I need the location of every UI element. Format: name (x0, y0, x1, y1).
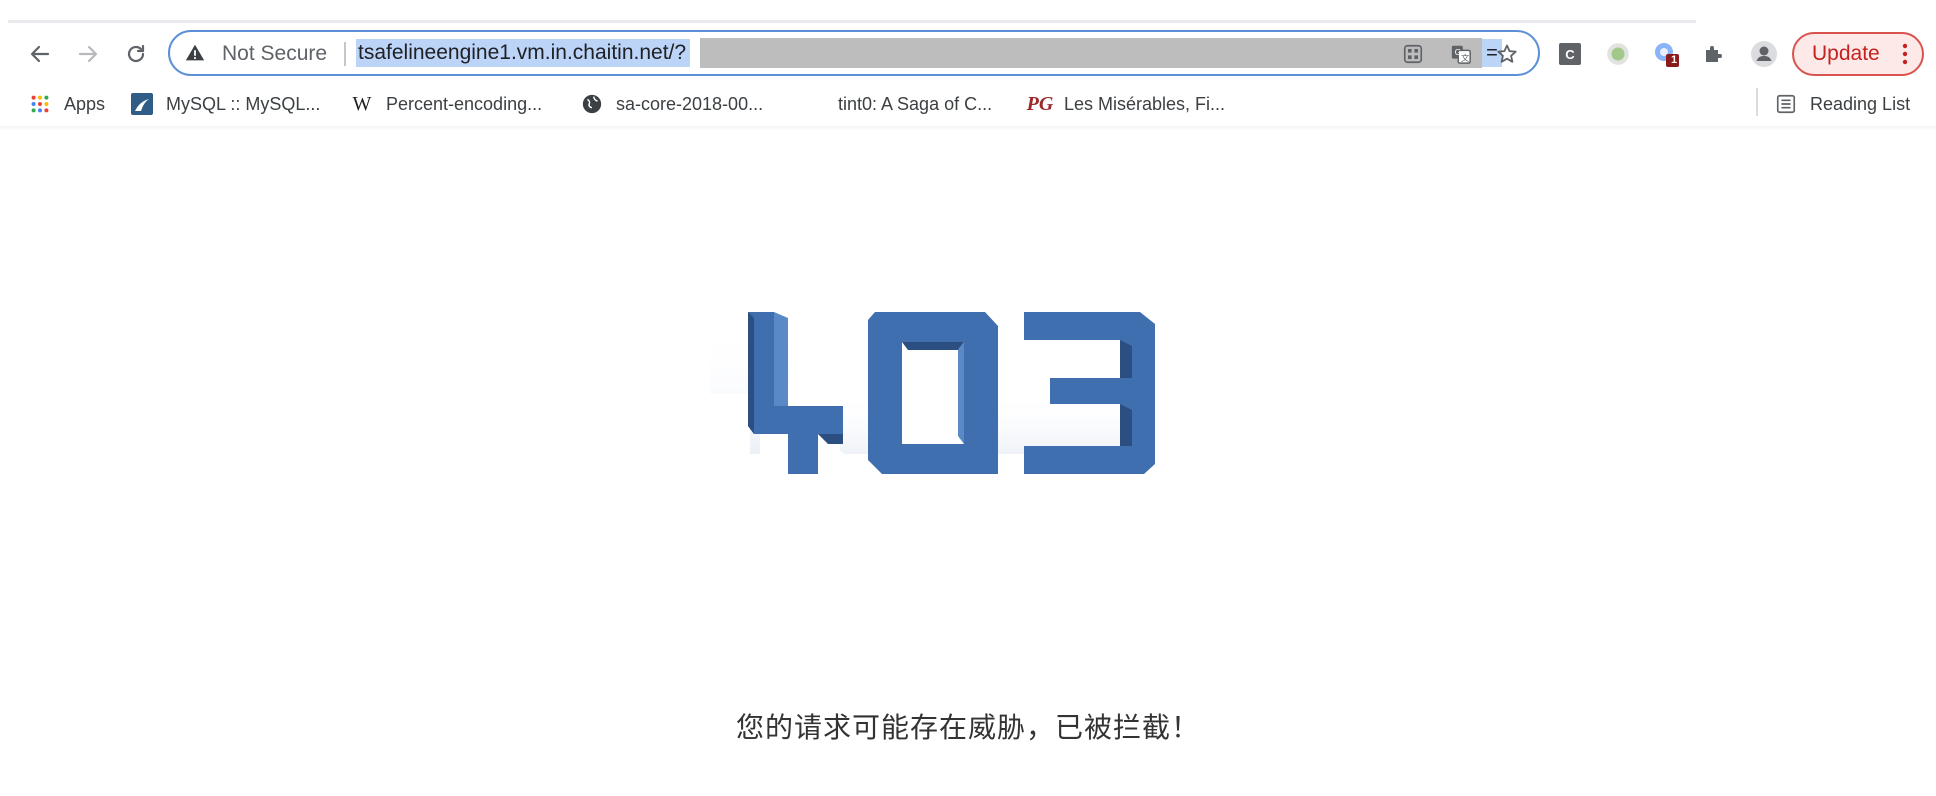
blocked-message: 您的请求可能存在威胁，已被拦截！ (735, 711, 1200, 744)
bookmarks-bar: Apps MySQL :: MySQL... W Percent-encodin… (0, 84, 1936, 126)
digit-three (1024, 312, 1155, 474)
bookmark-apps[interactable]: Apps (28, 88, 105, 120)
url-text[interactable]: tsafelineengine1.vm.in.chaitin.net/? (356, 39, 691, 67)
address-divider (344, 42, 346, 66)
arrow-right-icon (78, 45, 98, 63)
qr-code-icon[interactable] (1400, 41, 1426, 67)
svg-text:C: C (1565, 47, 1575, 62)
kebab-menu-icon[interactable] (1902, 43, 1908, 65)
bookmark-label: Apps (64, 93, 106, 114)
bookmark-mysql[interactable]: MySQL :: MySQL... (130, 88, 320, 120)
star-icon[interactable] (1494, 41, 1520, 67)
bookmark-sa-core[interactable]: sa-core-2018-00... (580, 88, 763, 120)
browser-toolbar: Not Secure tsafelineengine1.vm.in.chaiti… (0, 24, 1936, 84)
profile-icon[interactable] (1750, 40, 1778, 68)
wikipedia-icon: W (352, 92, 372, 115)
warning-triangle-icon[interactable] (184, 42, 206, 64)
bookmark-label: sa-core-2018-00... (616, 93, 764, 114)
bookmark-tint0[interactable]: tint0: A Saga of C... (838, 88, 992, 120)
globe-icon (580, 92, 604, 116)
extension-badge-count: 1 (1671, 54, 1678, 66)
svg-text:文: 文 (1461, 53, 1469, 63)
digit-four (748, 312, 843, 474)
redacted-url-segment (700, 38, 1482, 68)
update-label: Update (1812, 42, 1880, 65)
extension-circle-icon[interactable] (1604, 40, 1632, 68)
digit-zero (868, 312, 998, 474)
reload-button[interactable] (118, 36, 154, 72)
reading-list-button[interactable]: Reading List (1774, 88, 1910, 120)
bookmark-label: tint0: A Saga of C... (838, 93, 993, 114)
error-code-text: 403 (680, 296, 681, 297)
forward-button[interactable] (70, 36, 106, 72)
extension-badge-icon[interactable]: 1 (1652, 40, 1680, 68)
address-bar[interactable]: Not Secure tsafelineengine1.vm.in.chaiti… (168, 30, 1540, 76)
bookmark-percent-encoding[interactable]: W Percent-encoding... (350, 88, 543, 120)
translate-icon[interactable]: G文 (1448, 41, 1474, 67)
arrow-left-icon (30, 45, 50, 63)
error-code-graphic: 403 (680, 296, 1240, 626)
mysql-icon (130, 92, 154, 116)
svg-text:G: G (1455, 47, 1461, 57)
window-top-edge (8, 20, 1696, 23)
apps-grid-icon (28, 92, 52, 116)
reload-icon (127, 44, 145, 63)
toolbar-shadow (0, 126, 1936, 130)
bookmark-label: Les Misérables, Fi... (1064, 93, 1226, 114)
security-label[interactable]: Not Secure (222, 42, 327, 66)
bookmark-label: Percent-encoding... (386, 93, 543, 114)
reading-list-icon (1774, 92, 1798, 116)
bookmark-label: MySQL :: MySQL... (166, 93, 321, 114)
back-button[interactable] (22, 36, 58, 72)
puzzle-icon[interactable] (1700, 40, 1728, 68)
bookmarks-divider (1756, 88, 1758, 116)
bookmark-les-miserables[interactable]: PG Les Misérables, Fi... (1026, 88, 1226, 120)
gutenberg-icon: PG (1026, 92, 1054, 115)
update-button[interactable]: Update (1792, 32, 1924, 76)
extension-c-icon[interactable]: C (1556, 40, 1584, 68)
reading-list-label: Reading List (1810, 93, 1911, 114)
